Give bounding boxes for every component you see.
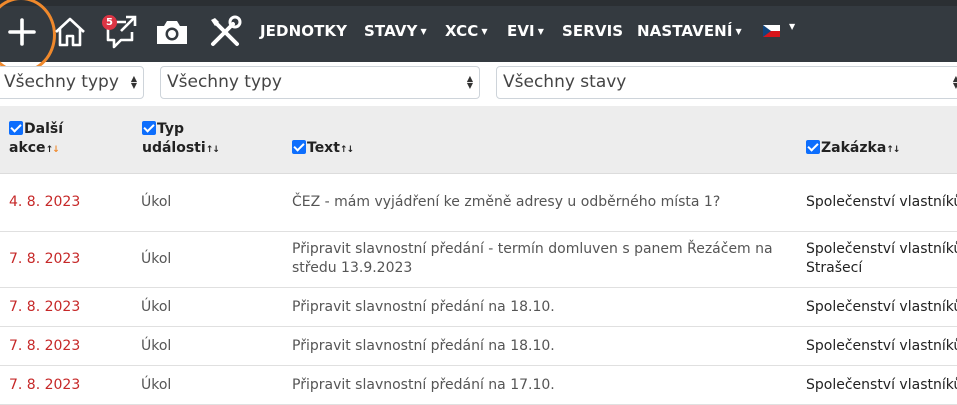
row-type: Úkol	[141, 377, 172, 393]
nav-servis-label: SERVIS	[562, 22, 624, 40]
sort-icon[interactable]: ↑↓	[46, 145, 60, 155]
chevron-down-icon: ▼	[420, 27, 427, 36]
type-filter-1-value: Všechny typy	[4, 72, 119, 92]
row-text: Připravit slavnostní předání na 18.10.	[292, 338, 555, 354]
select-arrows-icon: ▲▼	[130, 74, 137, 90]
row-date: 4. 8. 2023	[9, 194, 81, 210]
top-strip	[0, 0, 957, 6]
events-table: Další akce↑↓ Typ události↑↓ Text↑↓ Zakáz…	[0, 106, 957, 405]
nav-evi[interactable]: EVI ▼	[507, 22, 544, 40]
row-order: Společenství vlastníků	[806, 299, 957, 315]
nav-stavy[interactable]: STAVY ▼	[364, 22, 427, 40]
table-row[interactable]: 7. 8. 2023 Úkol Připravit slavnostní pře…	[0, 366, 957, 405]
nav-xcc[interactable]: XCC ▼	[445, 22, 488, 40]
sort-icon[interactable]: ↑↓	[340, 145, 354, 155]
header-event-type-line1: Typ	[157, 121, 185, 137]
column-header-next-action[interactable]: Další akce↑↓	[9, 120, 63, 160]
chevron-down-icon: ▼	[735, 27, 742, 36]
column-checkbox[interactable]	[292, 140, 306, 154]
column-header-order[interactable]: Zakázka↑↓	[806, 139, 900, 160]
type-filter-select-1[interactable]: Všechny typy ▲ ▼	[0, 66, 144, 99]
nav-xcc-label: XCC	[445, 22, 479, 40]
header-event-type-line2: události	[142, 140, 206, 156]
row-text: Připravit slavnostní předání - termín do…	[292, 241, 773, 276]
select-arrows-icon: ▲▼	[953, 75, 957, 90]
column-header-text[interactable]: Text↑↓	[292, 139, 354, 160]
table-row[interactable]: 7. 8. 2023 Úkol Připravit slavnostní pře…	[0, 327, 957, 366]
chevron-down-icon: ▼	[481, 27, 488, 36]
highlight-ring	[0, 0, 56, 73]
row-order: Společenství vlastníků	[806, 377, 957, 393]
row-order: Společenství vlastníků	[806, 338, 957, 354]
sort-icon[interactable]: ↑↓	[886, 145, 900, 155]
row-type: Úkol	[141, 251, 172, 267]
row-date: 7. 8. 2023	[9, 338, 81, 354]
nav-servis[interactable]: SERVIS	[562, 22, 623, 40]
chevron-down-icon: ▼	[537, 27, 545, 36]
table-row[interactable]: 4. 8. 2023 Úkol ČEZ - mám vyjádření ke z…	[0, 175, 957, 232]
row-date: 7. 8. 2023	[9, 251, 81, 267]
row-order: Společenství vlastníků Strašecí	[806, 241, 957, 276]
row-text: Připravit slavnostní předání na 17.10.	[292, 377, 555, 393]
row-type: Úkol	[141, 338, 172, 354]
column-checkbox[interactable]	[142, 121, 156, 135]
row-text: Připravit slavnostní předání na 18.10.	[292, 299, 555, 315]
sort-icon[interactable]: ↑↓	[206, 145, 220, 155]
tools-icon[interactable]	[205, 12, 245, 52]
column-header-event-type[interactable]: Typ události↑↓	[142, 120, 220, 160]
row-date: 7. 8. 2023	[9, 299, 81, 315]
table-header: Další akce↑↓ Typ události↑↓ Text↑↓ Zakáz…	[0, 106, 957, 174]
nav-evi-label: EVI	[507, 22, 535, 40]
nav-jednotky-label: JEDNOTKY	[260, 22, 348, 40]
notification-badge: 5	[102, 15, 117, 30]
row-date: 7. 8. 2023	[9, 377, 81, 393]
row-type: Úkol	[141, 299, 172, 315]
language-chevron-down-icon[interactable]: ▼	[789, 22, 795, 31]
nav-jednotky[interactable]: JEDNOTKY	[260, 22, 347, 40]
row-text: ČEZ - mám vyjádření ke změně adresy u od…	[292, 194, 721, 210]
camera-icon[interactable]	[152, 12, 192, 52]
row-order: Společenství vlastníků	[806, 194, 957, 210]
type-filter-select-2[interactable]: Všechny typy ▲ ▼	[160, 66, 480, 99]
column-checkbox[interactable]	[806, 140, 820, 154]
header-next-action-line2: akce	[9, 140, 46, 156]
nav-nastaveni[interactable]: NASTAVENÍ ▼	[637, 22, 742, 40]
state-filter-select[interactable]: Všechny stavy ▲▼	[496, 66, 957, 99]
header-order-label: Zakázka	[821, 140, 887, 156]
header-text-label: Text	[307, 140, 340, 156]
header-next-action-line1: Další	[24, 121, 63, 137]
select-arrows-icon: ▲▼	[466, 74, 473, 90]
row-type: Úkol	[141, 194, 172, 210]
top-navbar: 5 JEDNOTKY STAVY ▼ XCC ▼ EVI ▼ SERVIS NASTA…	[0, 0, 957, 73]
column-checkbox[interactable]	[9, 121, 23, 135]
nav-nastaveni-label: NASTAVENÍ	[637, 22, 733, 40]
table-row[interactable]: 7. 8. 2023 Úkol Připravit slavnostní pře…	[0, 288, 957, 327]
home-icon[interactable]	[50, 12, 90, 52]
state-filter-value: Všechny stavy	[503, 72, 627, 92]
type-filter-2-value: Všechny typy	[167, 72, 282, 92]
nav-stavy-label: STAVY	[364, 22, 418, 40]
table-row[interactable]: 7. 8. 2023 Úkol Připravit slavnostní pře…	[0, 232, 957, 288]
cz-flag-icon[interactable]	[763, 25, 780, 37]
